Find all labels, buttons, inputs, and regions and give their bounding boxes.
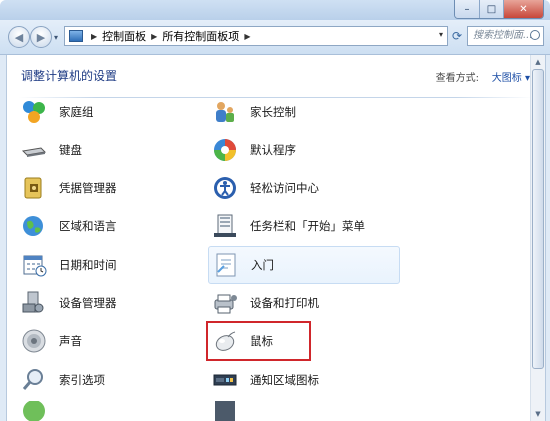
search-input[interactable]: 搜索控制面... <box>467 26 544 46</box>
item-label: 通知区域图标 <box>250 373 319 387</box>
chevron-down-icon[interactable]: ▾ <box>439 30 443 39</box>
maximize-button[interactable]: □ <box>479 0 503 18</box>
item-label: 默认程序 <box>250 143 296 157</box>
search-icon[interactable] <box>530 30 540 40</box>
address-bar[interactable]: ▶ 控制面板 ▶ 所有控制面板项 ▶ ▾ <box>64 26 448 46</box>
item-label: 键盘 <box>59 143 82 157</box>
scroll-up-button[interactable]: ▲ <box>532 56 544 68</box>
vertical-scrollbar[interactable]: ▲ ▼ <box>530 55 545 421</box>
item-label: 声音 <box>59 334 82 348</box>
device-manager-icon <box>21 290 47 316</box>
item-label: 家长控制 <box>250 105 296 119</box>
region-language-icon <box>21 213 47 239</box>
default-programs-icon <box>212 137 238 163</box>
item-homegroup[interactable]: 家庭组 <box>21 95 191 129</box>
sound-icon <box>21 328 47 354</box>
minimize-button[interactable]: – <box>455 0 479 18</box>
item-notification-area-icons[interactable]: 通知区域图标 <box>212 363 402 397</box>
date-time-icon <box>21 252 47 278</box>
credential-manager-icon <box>21 175 47 201</box>
item-label: 索引选项 <box>59 373 105 387</box>
refresh-button[interactable]: ⟳ <box>449 26 465 46</box>
homegroup-icon <box>21 99 47 125</box>
forward-button[interactable]: ▶ <box>30 26 52 48</box>
item-label: 凭据管理器 <box>59 181 117 195</box>
item-label: 区域和语言 <box>59 219 117 233</box>
item-parental-controls[interactable]: 家长控制 <box>212 95 402 129</box>
item-ease-of-access[interactable]: 轻松访问中心 <box>212 171 402 205</box>
item-label: 入门 <box>251 258 274 272</box>
item-sound[interactable]: 声音 <box>21 324 191 358</box>
breadcrumb-separator[interactable]: ▶ <box>151 32 157 41</box>
item-label: 轻松访问中心 <box>250 181 319 195</box>
back-button[interactable]: ◀ <box>8 26 30 48</box>
view-by-dropdown[interactable]: 大图标 ▾ <box>492 69 530 84</box>
breadcrumb-separator[interactable]: ▶ <box>244 32 250 41</box>
item-getting-started[interactable]: 入门 <box>208 246 400 284</box>
item-partial-left[interactable] <box>21 401 191 421</box>
control-panel-icon <box>69 30 83 42</box>
control-panel-window: – □ ✕ ◀ ▶ ▾ ▶ 控制面板 ▶ 所有控制面板项 ▶ ▾ ⟳ 搜索控制面… <box>0 0 550 421</box>
close-button[interactable]: ✕ <box>503 0 543 18</box>
devices-printers-icon <box>212 290 238 316</box>
item-label: 设备和打印机 <box>250 296 319 310</box>
main-content: 调整计算机的设置 查看方式: 大图标 ▾ 家庭组 键盘 凭据管理器 区域和语言 … <box>6 55 546 421</box>
item-taskbar-start-menu[interactable]: 任务栏和「开始」菜单 <box>212 209 402 243</box>
item-region-language[interactable]: 区域和语言 <box>21 209 191 243</box>
scroll-thumb[interactable] <box>532 69 544 369</box>
page-title: 调整计算机的设置 <box>21 69 118 83</box>
indexing-options-icon <box>21 367 47 393</box>
item-partial-right[interactable] <box>212 401 402 421</box>
item-device-manager[interactable]: 设备管理器 <box>21 286 191 320</box>
item-keyboard[interactable]: 键盘 <box>21 133 191 167</box>
item-date-time[interactable]: 日期和时间 <box>21 248 191 282</box>
breadcrumb-control-panel[interactable]: 控制面板 <box>102 28 146 44</box>
highlight-annotation <box>206 321 311 361</box>
item-default-programs[interactable]: 默认程序 <box>212 133 402 167</box>
item-label: 家庭组 <box>59 105 94 119</box>
recent-pages-dropdown[interactable]: ▾ <box>54 33 58 42</box>
item-label: 设备管理器 <box>59 296 117 310</box>
breadcrumb-all-items[interactable]: 所有控制面板项 <box>162 28 239 44</box>
item-devices-printers[interactable]: 设备和打印机 <box>212 286 402 320</box>
notification-area-icon <box>212 367 238 393</box>
taskbar-start-menu-icon <box>212 213 238 239</box>
view-by-label: 查看方式: <box>435 73 479 84</box>
item-credential-manager[interactable]: 凭据管理器 <box>21 171 191 205</box>
item-label: 任务栏和「开始」菜单 <box>250 219 365 233</box>
ease-of-access-icon <box>212 175 238 201</box>
partial-item-icon <box>21 401 47 421</box>
keyboard-icon <box>21 137 47 163</box>
scroll-down-button[interactable]: ▼ <box>532 408 544 420</box>
navigation-bar: ◀ ▶ ▾ ▶ 控制面板 ▶ 所有控制面板项 ▶ ▾ ⟳ 搜索控制面... <box>0 20 550 55</box>
title-bar: – □ ✕ <box>0 0 550 20</box>
window-controls: – □ ✕ <box>454 0 544 19</box>
getting-started-icon <box>213 252 239 278</box>
search-placeholder: 搜索控制面... <box>473 30 533 41</box>
parental-controls-icon <box>212 99 238 125</box>
breadcrumb-separator[interactable]: ▶ <box>91 32 97 41</box>
partial-item-icon <box>212 401 238 421</box>
item-label: 日期和时间 <box>59 258 117 272</box>
item-indexing-options[interactable]: 索引选项 <box>21 363 191 397</box>
